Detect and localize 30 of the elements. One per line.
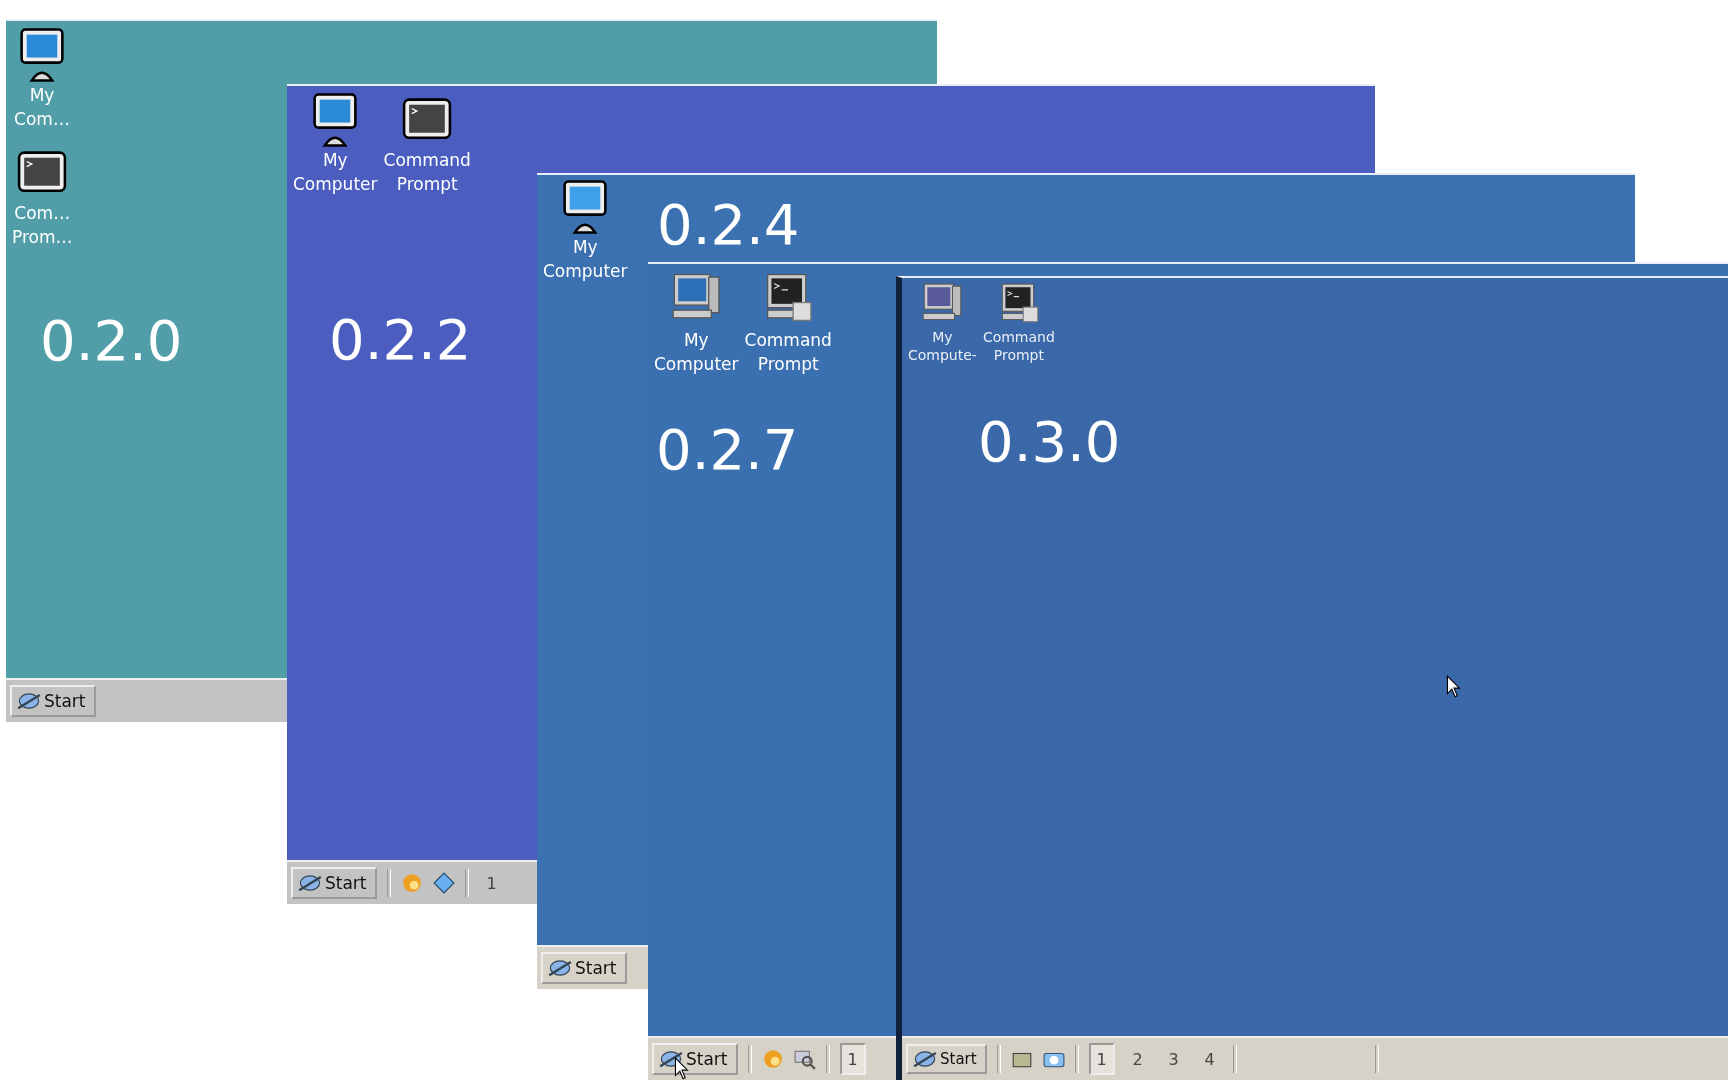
start-button[interactable]: Start <box>652 1043 738 1075</box>
icon-label[interactable]: Command Prompt <box>744 328 832 376</box>
icon-label[interactable]: My Computer <box>543 235 628 283</box>
icon-label[interactable]: My Computer <box>654 328 739 376</box>
start-logo-icon[interactable] <box>298 873 322 893</box>
mouse-pointer-icon <box>1446 675 1462 699</box>
version-label: 0.2.7 <box>656 422 799 478</box>
start-button[interactable]: Start <box>291 867 377 899</box>
version-label: 0.2.2 <box>329 312 472 368</box>
magnifier-icon[interactable] <box>793 1048 816 1070</box>
version-label: 0.3.0 <box>978 414 1121 470</box>
workspace-button[interactable]: 3 <box>1160 1043 1187 1075</box>
start-logo-icon[interactable] <box>913 1049 937 1069</box>
version-label: 0.2.4 <box>657 197 800 253</box>
diamond-icon[interactable] <box>432 872 455 894</box>
start-button[interactable]: Start <box>541 952 627 984</box>
workspace-button[interactable]: 1 <box>839 1043 866 1075</box>
version-label: 0.2.0 <box>40 313 183 369</box>
icon-label[interactable]: Command Prompt <box>982 328 1055 364</box>
workspace-button[interactable]: 2 <box>1124 1043 1151 1075</box>
workspace-button[interactable]: 1 <box>478 867 505 899</box>
start-logo-icon[interactable] <box>17 691 41 711</box>
icon-label[interactable]: My Computer <box>293 148 378 196</box>
workspace-button[interactable]: 4 <box>1196 1043 1223 1075</box>
icon-label[interactable]: Command Prompt <box>383 148 471 196</box>
icon-label[interactable]: My Compute- <box>908 328 977 364</box>
workspace-button[interactable]: 1 <box>1088 1043 1115 1075</box>
start-button[interactable]: Start <box>906 1044 987 1074</box>
start-button[interactable]: Start <box>10 685 96 717</box>
start-logo-icon[interactable] <box>548 958 572 978</box>
